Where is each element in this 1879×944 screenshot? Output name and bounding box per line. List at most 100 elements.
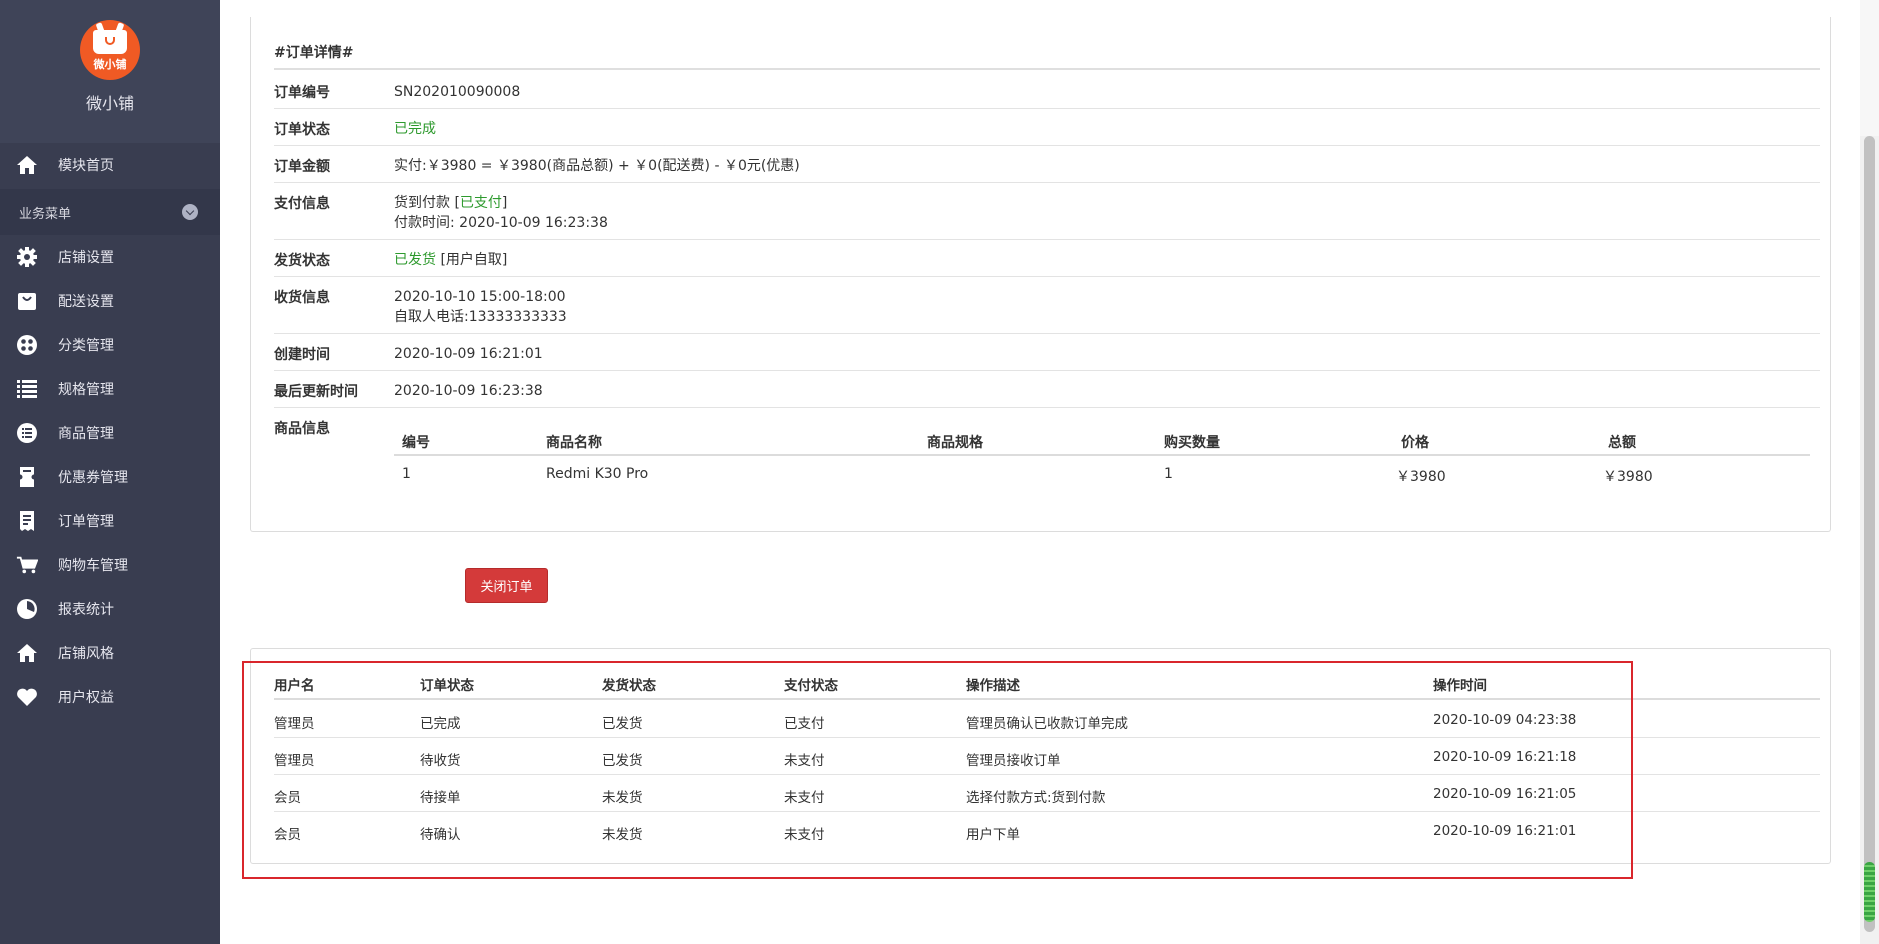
sidebar-item-label: 配送设置 [58,294,114,310]
updated-time-label: 最后更新时间 [274,384,358,400]
receipt-icon [16,510,38,532]
order-detail-heading: #订单详情# [274,42,1820,70]
sidebar-item-label: 店铺设置 [58,250,114,266]
order-amount-label: 订单金额 [274,159,330,175]
order-amount-value: 实付:￥3980 = ￥3980(商品总额) + ￥0(配送费) - ￥0元(优… [394,158,800,174]
scrollbar-track-top [1860,0,1879,136]
row-receive-info: 收货信息 2020-10-10 15:00-18:00 自取人电话:133333… [274,277,1820,334]
sidebar-item-home[interactable]: 模块首页 [0,143,220,187]
shipping-status: 已发货 [394,252,436,268]
sidebar-item-label: 模块首页 [58,158,114,174]
row-shipping-status: 发货状态 已发货 [用户自取] [274,240,1820,277]
goods-price: ￥3980 [1396,469,1446,485]
payment-method: 货到付款 [ [394,195,460,211]
goods-col-name: 商品名称 [546,435,602,451]
highlight-box [242,661,1633,879]
order-no-label: 订单编号 [274,85,330,101]
pie-chart-icon [16,598,38,620]
table-row: 1 Redmi K30 Pro 1 ￥3980 ￥3980 [394,456,1810,494]
order-status-label: 订单状态 [274,122,330,138]
close-order-button[interactable]: 关闭订单 [465,568,548,603]
payment-bracket: ] [501,195,508,211]
sidebar-item-label: 商品管理 [58,426,114,442]
sidebar-item-coupon[interactable]: 优惠券管理 [0,455,220,499]
grid-icon [16,334,38,356]
page-scrollbar[interactable] [1860,0,1879,944]
receive-phone: 自取人电话:13333333333 [394,309,567,325]
sidebar-item-label: 规格管理 [58,382,114,398]
scrollbar-thumb[interactable] [1864,136,1875,932]
sidebar-item-delivery-settings[interactable]: 配送设置 [0,279,220,323]
gear-icon [16,246,38,268]
goods-table: 编号 商品名称 商品规格 购买数量 价格 总额 1 Redmi K30 Pro … [394,422,1810,494]
row-order-status: 订单状态 已完成 [274,109,1820,146]
sidebar-item-label: 订单管理 [58,514,114,530]
order-detail-panel: #订单详情# 订单编号 SN202010090008 订单状态 已完成 订单金额… [250,17,1831,532]
goods-table-header: 编号 商品名称 商品规格 购买数量 价格 总额 [394,422,1810,456]
sidebar: 微小铺 微小铺 模块首页 业务菜单 店铺设置 配送设置 分类管理 规格管理 商品… [0,0,220,944]
sidebar-item-shop-style[interactable]: 店铺风格 [0,631,220,675]
shop-logo-icon[interactable]: 微小铺 [80,20,140,80]
sidebar-item-label: 店铺风格 [58,646,114,662]
goods-no: 1 [402,466,411,482]
house-icon [16,154,38,176]
chevron-down-icon [182,204,198,220]
payment-time: 付款时间: 2020-10-09 16:23:38 [394,215,608,231]
goods-info-label: 商品信息 [274,421,330,437]
house-icon [16,642,38,664]
sidebar-item-label: 优惠券管理 [58,470,128,486]
order-status-value: 已完成 [394,121,436,137]
sidebar-item-label: 报表统计 [58,602,114,618]
receive-info-value: 2020-10-10 15:00-18:00 自取人电话:13333333333 [394,287,567,327]
sidebar-item-label: 用户权益 [58,690,114,706]
logo-text: 微小铺 [93,58,127,71]
goods-name: Redmi K30 Pro [546,466,649,482]
row-order-no: 订单编号 SN202010090008 [274,72,1820,109]
brand: 微小铺 微小铺 [0,0,220,143]
sidebar-item-label: 分类管理 [58,338,114,354]
sidebar-group-business[interactable]: 业务菜单 [0,189,220,235]
receive-info-label: 收货信息 [274,290,330,306]
heart-icon [16,686,38,708]
sidebar-item-spec[interactable]: 规格管理 [0,367,220,411]
ticket-icon [16,466,38,488]
sidebar-item-orders[interactable]: 订单管理 [0,499,220,543]
sidebar-item-shop-settings[interactable]: 店铺设置 [0,235,220,279]
goods-col-total: 总额 [1608,435,1636,451]
updated-time-value: 2020-10-09 16:23:38 [394,383,543,399]
goods-col-no: 编号 [402,435,430,451]
sidebar-item-reports[interactable]: 报表统计 [0,587,220,631]
created-time-label: 创建时间 [274,347,330,363]
shipping-method: [用户自取] [436,252,508,268]
brand-name: 微小铺 [85,94,134,113]
row-payment-info: 支付信息 货到付款 [已支付] 付款时间: 2020-10-09 16:23:3… [274,183,1820,240]
cart-icon [16,554,38,576]
row-created-time: 创建时间 2020-10-09 16:21:01 [274,334,1820,371]
sidebar-item-cart[interactable]: 购物车管理 [0,543,220,587]
scroll-indicator-icon [1864,862,1875,922]
sidebar-item-goods[interactable]: 商品管理 [0,411,220,455]
goods-total: ￥3980 [1603,469,1653,485]
list-icon [16,378,38,400]
goods-col-qty: 购买数量 [1164,435,1220,451]
created-time-value: 2020-10-09 16:21:01 [394,346,543,362]
sidebar-item-label: 购物车管理 [58,558,128,574]
goods-col-spec: 商品规格 [927,435,983,451]
payment-info-label: 支付信息 [274,196,330,212]
list-circle-icon [16,422,38,444]
order-no-value: SN202010090008 [394,84,521,100]
payment-status: 已支付 [459,195,502,211]
sidebar-group-label: 业务菜单 [19,206,72,222]
bag-icon [16,290,38,312]
goods-qty: 1 [1164,466,1173,482]
sidebar-item-category[interactable]: 分类管理 [0,323,220,367]
goods-col-price: 价格 [1401,435,1429,451]
shipping-status-label: 发货状态 [274,253,330,269]
receive-time: 2020-10-10 15:00-18:00 [394,289,566,305]
shipping-status-value: 已发货 [用户自取] [394,250,507,270]
row-updated-time: 最后更新时间 2020-10-09 16:23:38 [274,371,1820,408]
row-order-amount: 订单金额 实付:￥3980 = ￥3980(商品总额) + ￥0(配送费) - … [274,146,1820,183]
sidebar-item-user-rights[interactable]: 用户权益 [0,675,220,719]
payment-info-value: 货到付款 [已支付] 付款时间: 2020-10-09 16:23:38 [394,193,608,233]
row-goods-info: 商品信息 编号 商品名称 商品规格 购买数量 价格 总额 1 Redmi K30… [274,408,1820,518]
